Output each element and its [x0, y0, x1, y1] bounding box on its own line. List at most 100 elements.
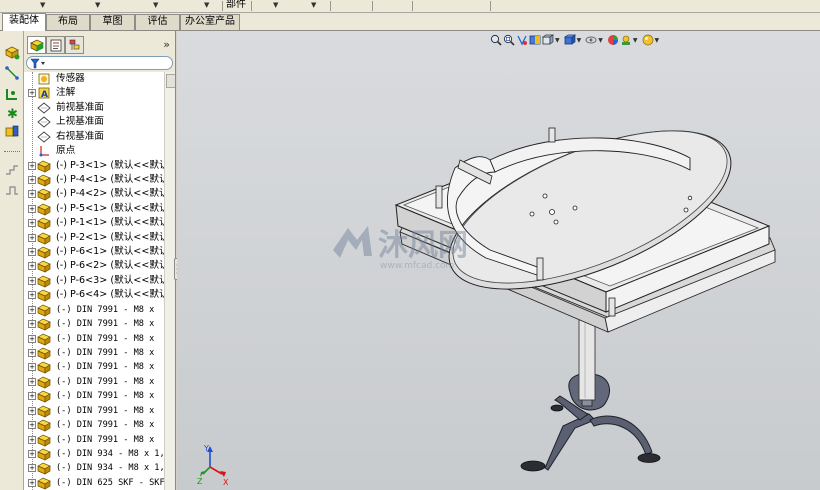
- tree-node[interactable]: 前视基准面: [24, 101, 164, 115]
- part-icon: [37, 259, 51, 274]
- expand-toggle-icon[interactable]: +: [28, 320, 36, 329]
- expand-toggle-icon[interactable]: +: [28, 161, 36, 170]
- tab-evaluate[interactable]: 评估: [135, 14, 180, 30]
- expand-toggle-icon[interactable]: +: [28, 406, 36, 415]
- mate-icon[interactable]: [3, 64, 21, 82]
- expand-toggle-icon[interactable]: +: [28, 204, 36, 213]
- expand-toggle-icon[interactable]: +: [28, 175, 36, 184]
- tree-node[interactable]: + (-) DIN 7991 - M8 x: [24, 346, 164, 360]
- expand-toggle-icon[interactable]: +: [28, 421, 36, 430]
- assembly-model[interactable]: 沐风网 www.mfcad.com Y X Z: [177, 31, 820, 490]
- tree-node-label: 传感器: [56, 73, 85, 84]
- tree-node-label: (-) DIN 934 - M8 x 1,2: [56, 448, 164, 459]
- tree-node[interactable]: + (-) DIN 7991 - M8 x: [24, 360, 164, 375]
- tree-node-label: (-) DIN 7991 - M8 x: [56, 376, 155, 387]
- tree-node[interactable]: + (-) P-4<2> (默认<<默认: [24, 187, 164, 201]
- expand-toggle-icon[interactable]: +: [28, 190, 36, 199]
- graphics-area[interactable]: ▼ ▼ ▼ ▼ ▼ 沐风网 www.mfcad.com Y X Z: [177, 31, 820, 490]
- feature-tree[interactable]: 传感器 + A 注解 前视基准面 上视基准面右视基准面原点 + (-) P-3<1> (默认<…: [24, 72, 164, 490]
- expand-toggle-icon[interactable]: +: [28, 89, 36, 98]
- smart-fastener-icon[interactable]: ✱: [3, 104, 21, 122]
- tree-node-label: 右视基准面: [56, 130, 104, 142]
- part-icon: [37, 332, 51, 346]
- dropdown-arrow-icon[interactable]: ▼: [311, 1, 316, 9]
- tree-node[interactable]: + (-) P-1<1> (默认<<默认: [24, 216, 164, 230]
- parts-button-label[interactable]: 部件: [226, 0, 248, 10]
- tree-node[interactable]: + (-) DIN 7991 - M8 x: [24, 433, 164, 447]
- part-icon: [37, 461, 51, 475]
- tab-sketch[interactable]: 草图: [90, 14, 135, 30]
- part-icon: [37, 303, 51, 317]
- expand-toggle-icon[interactable]: +: [28, 363, 36, 372]
- expand-toggle-icon[interactable]: +: [28, 478, 36, 487]
- tree-scrollbar[interactable]: [164, 72, 175, 490]
- feature-manager-icon[interactable]: [27, 36, 46, 54]
- dropdown-arrow-icon[interactable]: ▼: [95, 1, 100, 9]
- tab-assembly[interactable]: 装配体: [2, 13, 46, 31]
- tree-node[interactable]: + (-) DIN 625 SKF - SKF: [24, 476, 164, 490]
- expand-toggle-icon[interactable]: +: [28, 219, 36, 228]
- explode-line-icon[interactable]: [3, 181, 21, 199]
- tree-node[interactable]: + (-) DIN 7991 - M8 x: [24, 303, 164, 317]
- move-component-icon[interactable]: [3, 85, 21, 103]
- expand-toggle-icon[interactable]: +: [28, 248, 36, 257]
- tree-node[interactable]: 上视基准面: [24, 115, 164, 129]
- expand-toggle-icon[interactable]: +: [28, 334, 36, 343]
- tree-node[interactable]: + (-) P-2<1> (默认<<默认: [24, 231, 164, 245]
- expand-toggle-icon[interactable]: +: [28, 449, 36, 458]
- scrollbar-thumb[interactable]: [166, 74, 175, 88]
- tree-node[interactable]: + (-) P-6<4> (默认<<默认: [24, 288, 164, 302]
- part-icon: [37, 433, 51, 447]
- tree-node[interactable]: + (-) DIN 934 - M8 x 1,2: [24, 447, 164, 461]
- tree-node[interactable]: 原点: [24, 144, 164, 158]
- tree-node[interactable]: + (-) P-6<2> (默认<<默认: [24, 259, 164, 274]
- expand-toggle-icon[interactable]: +: [28, 348, 36, 357]
- expand-toggle-icon[interactable]: +: [28, 276, 36, 285]
- tab-layout[interactable]: 布局: [46, 14, 90, 30]
- tree-node[interactable]: + (-) DIN 7991 - M8 x: [24, 317, 164, 331]
- dropdown-arrow-icon[interactable]: ▼: [204, 1, 209, 9]
- dropdown-arrow-icon[interactable]: ▼: [153, 1, 158, 9]
- configuration-manager-icon[interactable]: [65, 36, 84, 54]
- expand-toggle-icon[interactable]: +: [28, 377, 36, 386]
- assembly-feature-icon[interactable]: [3, 122, 21, 140]
- tree-node[interactable]: + (-) P-6<3> (默认<<默认: [24, 274, 164, 288]
- tree-node[interactable]: + (-) P-3<1> (默认<<默认: [24, 159, 164, 173]
- insert-component-icon[interactable]: [3, 43, 21, 61]
- collapse-panel-button[interactable]: »: [163, 38, 170, 51]
- tree-node[interactable]: + (-) P-6<1> (默认<<默认: [24, 245, 164, 259]
- tab-office-products[interactable]: 办公室产品: [180, 14, 240, 30]
- part-icon: [37, 202, 51, 216]
- plane-icon: [37, 115, 51, 129]
- tree-node[interactable]: + (-) DIN 934 - M8 x 1,2: [24, 461, 164, 475]
- watermark-url: www.mfcad.com: [380, 261, 454, 271]
- dropdown-arrow-icon[interactable]: ▼: [40, 1, 45, 9]
- property-manager-icon[interactable]: [46, 36, 65, 54]
- tree-node-label: (-) P-6<4> (默认<<默认: [56, 289, 164, 301]
- tree-node[interactable]: + (-) P-4<1> (默认<<默认: [24, 173, 164, 187]
- axis-label-y: Y: [203, 444, 209, 453]
- expand-toggle-icon[interactable]: +: [28, 464, 36, 473]
- toolbar-grip[interactable]: [4, 151, 20, 153]
- expand-toggle-icon[interactable]: +: [28, 262, 36, 271]
- expand-toggle-icon[interactable]: +: [28, 291, 36, 300]
- tree-node[interactable]: + (-) P-5<1> (默认<<默认: [24, 202, 164, 216]
- expand-toggle-icon[interactable]: +: [28, 392, 36, 401]
- tree-node[interactable]: + (-) DIN 7991 - M8 x: [24, 375, 164, 389]
- tree-filter-input[interactable]: [26, 56, 173, 70]
- tree-node[interactable]: 传感器: [24, 72, 164, 86]
- expand-toggle-icon[interactable]: +: [28, 233, 36, 242]
- expand-toggle-icon[interactable]: +: [28, 435, 36, 444]
- tree-node[interactable]: + A 注解: [24, 86, 164, 100]
- filter-icon[interactable]: [30, 58, 46, 69]
- tree-node[interactable]: + (-) DIN 7991 - M8 x: [24, 404, 164, 418]
- expand-toggle-icon[interactable]: +: [28, 305, 36, 314]
- tree-node[interactable]: + (-) DIN 7991 - M8 x: [24, 418, 164, 432]
- dropdown-arrow-icon[interactable]: ▼: [273, 1, 278, 9]
- exploded-view-icon[interactable]: [3, 161, 21, 179]
- tree-node-label: (-) DIN 7991 - M8 x: [56, 434, 155, 445]
- tree-node[interactable]: 右视基准面: [24, 130, 164, 144]
- tree-node[interactable]: + (-) DIN 7991 - M8 x: [24, 389, 164, 403]
- tree-node[interactable]: + (-) DIN 7991 - M8 x: [24, 332, 164, 346]
- tree-node-label: 上视基准面: [56, 116, 104, 128]
